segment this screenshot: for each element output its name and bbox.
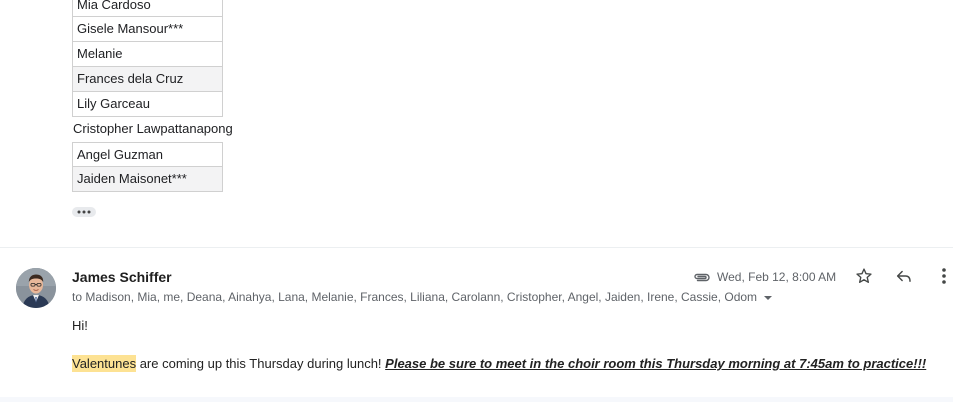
name-cell: Frances dela Cruz (72, 67, 223, 92)
star-button[interactable] (852, 266, 876, 290)
caret-down-icon[interactable] (763, 290, 773, 304)
email-body-line: Valentunes are coming up this Thursday d… (72, 355, 927, 372)
sender-name[interactable]: James Schiffer (72, 269, 172, 285)
name-cell: Angel Guzman (72, 142, 223, 167)
more-horizontal-icon (76, 210, 92, 214)
name-cell: Lily Garceau (72, 92, 223, 117)
message-bottom-edge (0, 397, 953, 402)
name-cell: Melanie (72, 42, 223, 67)
paperclip-icon (693, 270, 711, 288)
highlighted-word: Valentunes (72, 355, 137, 372)
email-greeting: Hi! (72, 318, 88, 333)
star-outline-icon (855, 267, 873, 290)
message-date: Wed, Feb 12, 8:00 AM (717, 270, 837, 284)
name-cell: Mia Cardoso (72, 0, 223, 17)
emphasis-text: Please be sure to meet in the choir room… (385, 356, 927, 371)
recipients-text: to Madison, Mia, me, Deana, Ainahya, Lan… (72, 290, 758, 304)
more-options-button[interactable] (932, 266, 953, 290)
show-trimmed-content-button[interactable] (72, 207, 96, 217)
recipients-line: to Madison, Mia, me, Deana, Ainahya, Lan… (72, 290, 773, 304)
avatar[interactable] (16, 268, 56, 308)
name-cell: Cristopher Lawpattanapong (73, 121, 233, 136)
body-text: are coming up this Thursday during lunch… (136, 356, 386, 371)
name-cell: Gisele Mansour*** (72, 17, 223, 42)
reply-button[interactable] (892, 266, 916, 290)
reply-icon (895, 267, 913, 290)
more-vertical-icon (942, 267, 946, 289)
message-divider (0, 247, 953, 248)
name-cell: Jaiden Maisonet*** (72, 167, 223, 192)
